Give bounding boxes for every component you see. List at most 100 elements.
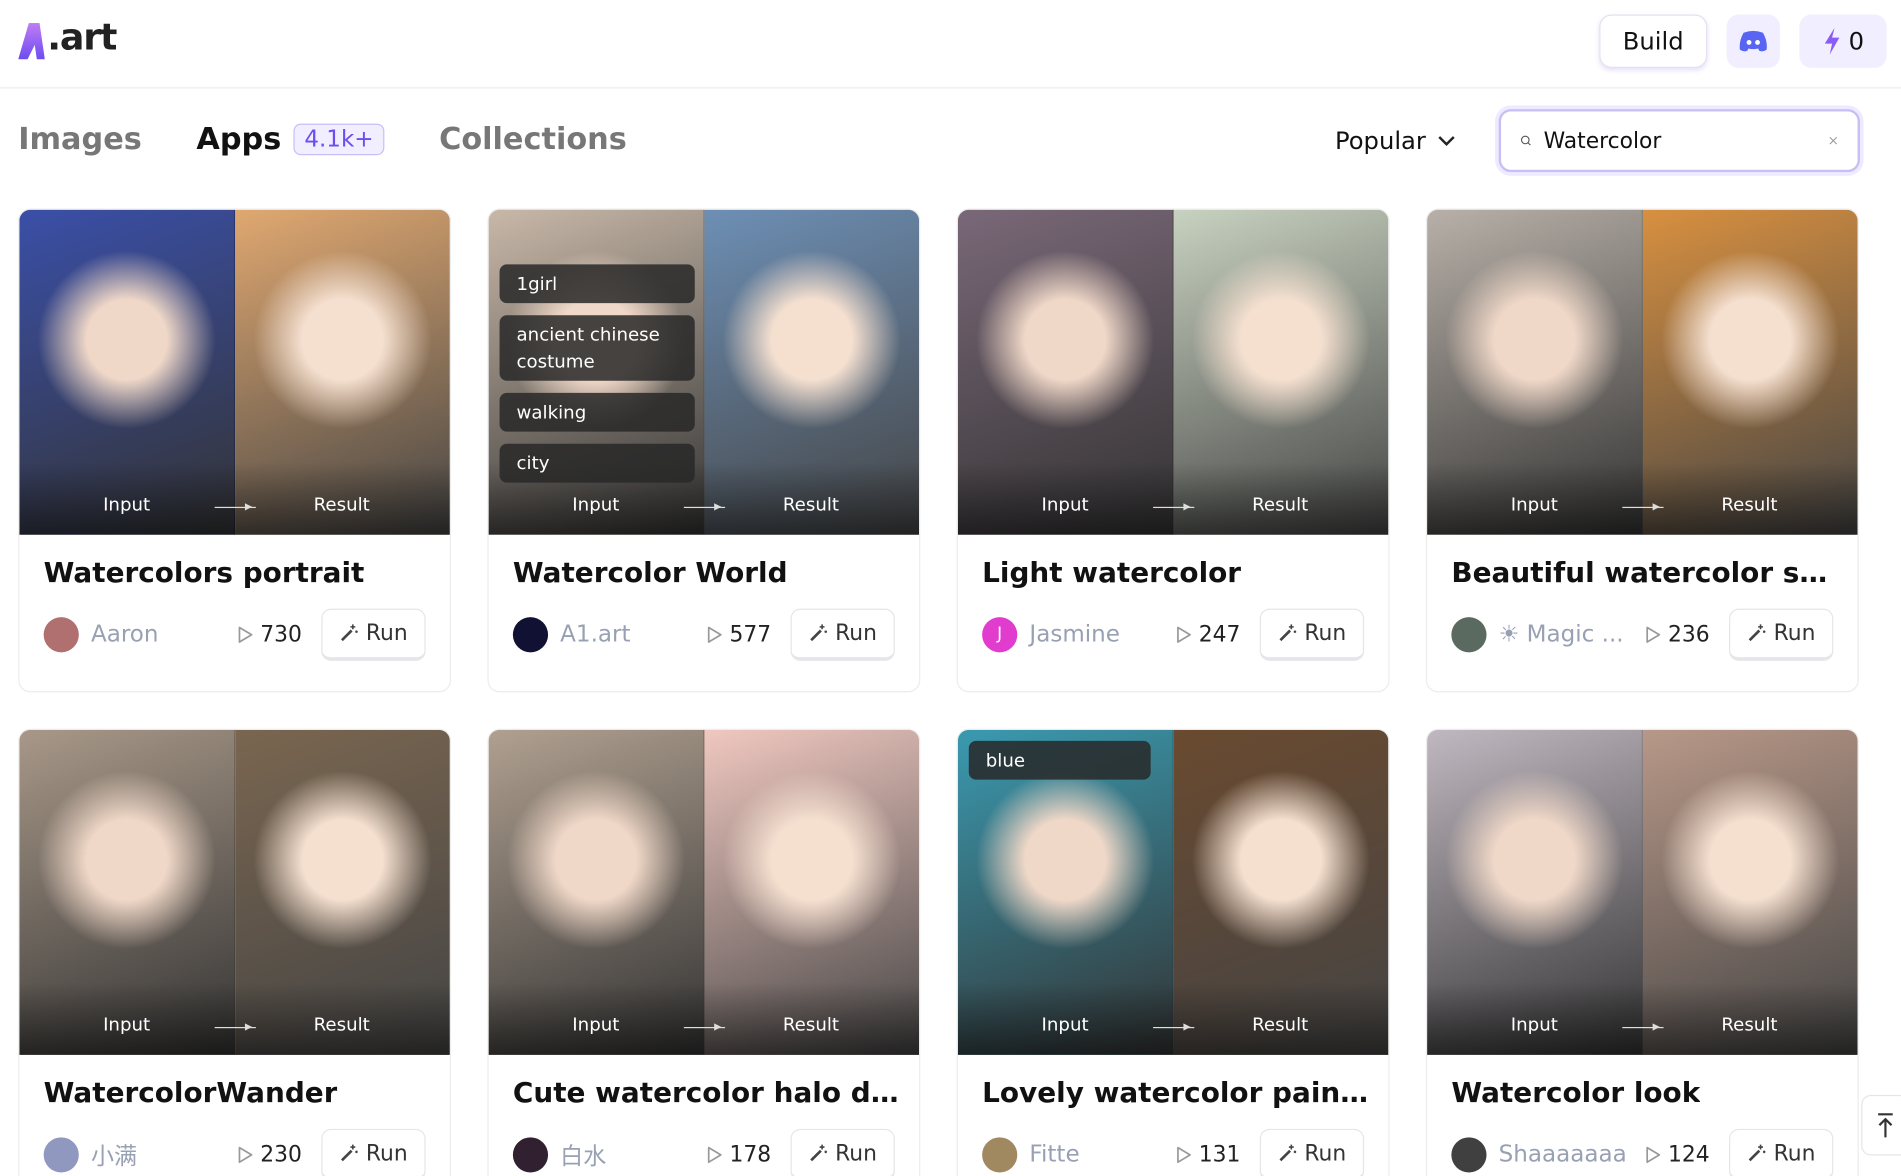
prompt-tags: blue	[968, 740, 1151, 780]
result-label: Result	[1721, 1013, 1778, 1036]
run-button[interactable]: Run	[1729, 1128, 1834, 1176]
app-card[interactable]: Input Result WatercolorWander 小满 230 Run	[18, 728, 452, 1176]
app-meta: Fitte 131 Run	[982, 1128, 1365, 1176]
avatar[interactable]	[512, 616, 549, 652]
play-icon	[1176, 626, 1191, 643]
avatar[interactable]	[512, 1136, 549, 1172]
discord-button[interactable]	[1726, 14, 1780, 68]
run-count: 577	[706, 621, 771, 647]
run-button[interactable]: Run	[1729, 608, 1834, 661]
build-button[interactable]: Build	[1599, 14, 1708, 68]
app-card[interactable]: 1girl ancient chinese costume walking city …	[487, 208, 921, 693]
app-card[interactable]: blue Input Result Lovely watercolor pain…	[956, 728, 1390, 1176]
result-label: Result	[782, 493, 840, 516]
run-count-value: 178	[729, 1141, 772, 1168]
arrow-up-icon	[1878, 1113, 1893, 1138]
magic-wand-icon	[1748, 1144, 1766, 1162]
input-label: Input	[103, 493, 151, 516]
magic-wand-icon	[1279, 624, 1296, 642]
clear-icon[interactable]	[1829, 132, 1839, 149]
category-tabs: Images Apps 4.1k+ Collections	[18, 121, 681, 156]
app-meta: Shaaaaaaa 124 Run	[1451, 1128, 1834, 1176]
run-button[interactable]: Run	[321, 608, 426, 661]
run-button[interactable]: Run	[321, 1128, 426, 1176]
run-count: 236	[1645, 621, 1710, 647]
app-preview-image: Input Result	[488, 729, 920, 1055]
author-name[interactable]: 白水	[560, 1138, 706, 1171]
tab-images[interactable]: Images	[18, 121, 142, 156]
play-icon	[707, 626, 722, 643]
app-title[interactable]: Watercolor look	[1451, 1078, 1700, 1110]
image-shade	[1427, 461, 1858, 535]
author-name[interactable]: 小满	[91, 1138, 237, 1171]
run-label: Run	[1304, 620, 1347, 646]
run-button[interactable]: Run	[1259, 1128, 1365, 1176]
arrow-right-icon	[1622, 1023, 1664, 1031]
app-title[interactable]: Beautiful watercolor style	[1451, 558, 1839, 590]
author-name[interactable]: A1.art	[560, 621, 706, 648]
run-label: Run	[835, 620, 877, 646]
run-label: Run	[365, 1140, 408, 1166]
app-title[interactable]: Watercolors portrait	[44, 558, 365, 590]
input-label: Input	[572, 493, 620, 516]
author-name[interactable]: Shaaaaaaa	[1499, 1141, 1645, 1168]
app-card[interactable]: Input Result Watercolor look Shaaaaaaa 1…	[1425, 728, 1859, 1176]
magic-wand-icon	[340, 1144, 358, 1162]
arrow-right-icon	[1153, 1023, 1195, 1031]
app-title[interactable]: Watercolor World	[513, 558, 788, 590]
arrow-right-icon	[683, 503, 726, 511]
run-count-value: 124	[1667, 1141, 1710, 1168]
app-preview-image: Input Result	[19, 729, 450, 1055]
avatar[interactable]	[43, 1136, 79, 1172]
run-count: 247	[1176, 621, 1240, 647]
input-label: Input	[1041, 493, 1089, 516]
scroll-to-top-button[interactable]	[1861, 1094, 1901, 1156]
author-name[interactable]: Jasmine	[1029, 621, 1175, 648]
app-card[interactable]: Input Result Beautiful watercolor style …	[1425, 208, 1859, 693]
prompt-tags: 1girl ancient chinese costume walking city	[499, 264, 695, 483]
app-title[interactable]: Cute watercolor halo dyei...	[513, 1078, 901, 1110]
magic-wand-icon	[1748, 624, 1766, 642]
lightning-icon	[1824, 27, 1839, 55]
run-button[interactable]: Run	[790, 608, 895, 661]
input-label: Input	[103, 1013, 151, 1036]
avatar[interactable]	[982, 1136, 1018, 1172]
top-header: .art Build 0	[0, 0, 1901, 89]
app-title[interactable]: WatercolorWander	[44, 1078, 338, 1110]
prompt-tag: 1girl	[499, 264, 695, 304]
logo[interactable]: .art	[18, 17, 117, 60]
app-card[interactable]: Input Result Cute watercolor halo dyei..…	[487, 728, 921, 1176]
image-shade	[19, 982, 450, 1055]
app-title[interactable]: Light watercolor	[982, 558, 1241, 590]
sort-dropdown[interactable]: Popular	[1335, 126, 1455, 155]
run-button[interactable]: Run	[1259, 608, 1365, 661]
app-meta: ☀ Magic ... 236 Run	[1451, 607, 1834, 661]
app-card[interactable]: Input Result Light watercolor J Jasmine …	[956, 208, 1390, 693]
avatar[interactable]	[1451, 1136, 1487, 1172]
image-shade	[957, 982, 1389, 1055]
credits-button[interactable]: 0	[1799, 14, 1887, 68]
app-card[interactable]: Input Result Watercolors portrait Aaron …	[18, 208, 452, 693]
avatar[interactable]	[43, 616, 79, 652]
author-name[interactable]: ☀ Magic ...	[1499, 621, 1645, 648]
author-name[interactable]: Fitte	[1029, 1141, 1175, 1168]
sort-selected: Popular	[1334, 126, 1426, 156]
app-preview-image: 1girl ancient chinese costume walking city …	[488, 209, 920, 535]
result-label: Result	[1721, 493, 1778, 516]
logo-mark-icon	[18, 23, 45, 60]
run-button[interactable]: Run	[790, 1128, 895, 1176]
prompt-tag: blue	[968, 740, 1151, 780]
tab-apps[interactable]: Apps	[196, 121, 281, 156]
app-title[interactable]: Lovely watercolor painting	[982, 1078, 1370, 1110]
app-meta: A1.art 577 Run	[512, 607, 895, 661]
tab-collections[interactable]: Collections	[439, 121, 627, 156]
input-label: Input	[1510, 493, 1558, 516]
search-input[interactable]	[1543, 127, 1817, 154]
run-count-value: 230	[260, 1141, 302, 1168]
image-shade	[1427, 982, 1858, 1055]
avatar[interactable]	[1451, 616, 1487, 652]
avatar[interactable]: J	[982, 616, 1018, 652]
magic-wand-icon	[1279, 1144, 1296, 1162]
app-preview-image: blue Input Result	[957, 729, 1389, 1055]
author-name[interactable]: Aaron	[91, 621, 237, 648]
